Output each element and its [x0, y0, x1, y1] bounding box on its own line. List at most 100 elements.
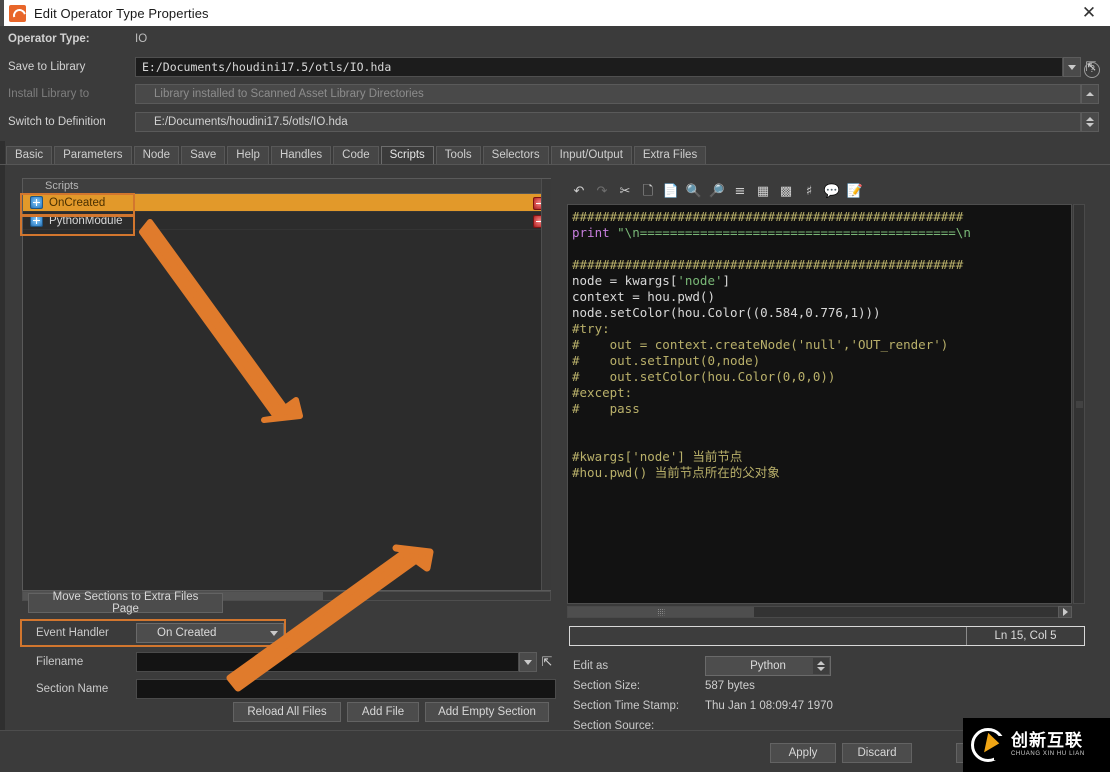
filename-dropdown[interactable]: [519, 652, 537, 672]
comment-hash-icon[interactable]: ♯: [800, 182, 818, 200]
code-line: # out.setInput(0,node): [572, 353, 1067, 369]
indent-icon[interactable]: ≡: [731, 182, 749, 200]
bookmark-icon[interactable]: ▩: [777, 182, 795, 200]
tab-code[interactable]: Code: [333, 146, 379, 165]
tab-handles[interactable]: Handles: [270, 146, 332, 165]
houdini-icon: [9, 4, 26, 22]
scripts-list-rows: OnCreated PythonModule: [23, 194, 550, 230]
filename-input[interactable]: [136, 652, 519, 672]
close-icon[interactable]: ✕: [1078, 2, 1100, 24]
pane-splitter[interactable]: [557, 170, 561, 725]
watermark-text: 创新互联 CHUANG XIN HU LIAN: [1011, 731, 1085, 759]
chevron-down-icon: [266, 625, 282, 641]
editor-frame: ########################################…: [567, 204, 1104, 754]
tab-input-output[interactable]: Input/Output: [550, 146, 632, 165]
add-section-icon[interactable]: [30, 196, 43, 209]
switch-definition-spinner[interactable]: [1081, 112, 1099, 132]
edit-as-select[interactable]: Python: [705, 656, 831, 676]
install-library-spinner[interactable]: [1081, 84, 1099, 104]
edit-operator-type-properties-window: Edit Operator Type Properties ✕ Operator…: [0, 0, 1110, 772]
tab-save[interactable]: Save: [181, 146, 226, 165]
find-icon[interactable]: 🔍: [685, 182, 703, 200]
find-replace-icon[interactable]: 🔎: [708, 182, 726, 200]
code-line: #kwargs['node'] 当前节点: [572, 449, 1067, 465]
tab-tools[interactable]: Tools: [435, 146, 481, 165]
code-token: print: [572, 225, 618, 240]
editor-status-message: [570, 627, 966, 645]
section-size-value: 587 bytes: [705, 680, 755, 692]
apply-button[interactable]: Apply: [770, 743, 836, 763]
scripts-action-buttons: Reload All Files Add File Add Empty Sect…: [233, 702, 549, 722]
event-handler-select[interactable]: On Created: [136, 623, 284, 643]
tab-basic[interactable]: Basic: [6, 146, 53, 165]
code-token: context = hou.pwd(): [572, 289, 715, 304]
section-timestamp-label: Section Time Stamp:: [573, 700, 680, 712]
titlebar-edge: [0, 0, 4, 26]
move-sections-button[interactable]: Move Sections to Extra Files Page: [28, 591, 223, 615]
save-to-library-input[interactable]: E:/Documents/houdini17.5/otls/IO.hda: [135, 57, 1063, 77]
tab-scripts[interactable]: Scripts: [380, 146, 434, 165]
tab-help[interactable]: Help: [227, 146, 269, 165]
filename-row: Filename ⇱: [28, 652, 557, 672]
code-line: #try:: [572, 321, 1067, 337]
code-token: ########################################…: [572, 209, 964, 224]
switch-definition-label: Switch to Definition: [8, 116, 106, 128]
editor-toolbar: ↶ ↷ ✂ 🗋 📄 🔍 🔎 ≡ ▦ ▩ ♯ 💬 📝: [570, 180, 864, 202]
filename-label: Filename: [36, 656, 84, 668]
code-token: # out.setColor(hou.Color(0,0,0)): [572, 369, 836, 384]
script-list-item[interactable]: PythonModule: [23, 212, 550, 230]
window-titlebar: Edit Operator Type Properties ✕: [0, 0, 1110, 26]
tab-extra-files[interactable]: Extra Files: [633, 146, 707, 165]
filename-file-picker-icon[interactable]: ⇱: [537, 652, 557, 672]
code-token: #hou.pwd() 当前节点所在的父对象: [572, 465, 780, 480]
editor-horizontal-scrollbar[interactable]: [567, 606, 1072, 618]
code-token: # out = context.createNode('null','OUT_r…: [572, 337, 949, 352]
add-empty-section-button[interactable]: Add Empty Section: [425, 702, 549, 722]
scripts-list-vertical-scrollbar[interactable]: [541, 179, 551, 590]
scrollbar-thumb[interactable]: [568, 607, 754, 617]
scroll-right-arrow[interactable]: [1058, 606, 1072, 618]
code-token: node.setColor(hou.Color((0.584,0.776,1))…: [572, 305, 881, 320]
chevron-down-icon: [524, 659, 532, 665]
paste-icon[interactable]: 📄: [662, 182, 680, 200]
switch-definition-value[interactable]: E:/Documents/houdini17.5/otls/IO.hda: [135, 112, 1081, 132]
install-library-label: Install Library to: [8, 88, 90, 100]
save-to-library-label: Save to Library: [8, 61, 86, 73]
edit-external-icon[interactable]: 📝: [846, 182, 864, 200]
reload-all-files-button[interactable]: Reload All Files: [233, 702, 341, 722]
chuangxin-logo-icon: [971, 728, 1006, 762]
cursor-position-indicator: Ln 15, Col 5: [966, 627, 1084, 645]
tab-parameters[interactable]: Parameters: [54, 146, 132, 165]
section-size-row: Section Size: 587 bytes: [573, 676, 833, 696]
chevron-up-icon: [1086, 117, 1094, 121]
code-text-area[interactable]: ########################################…: [567, 204, 1072, 604]
install-library-row: Install Library to Library installed to …: [0, 83, 1110, 105]
help-icon[interactable]: ?: [1084, 62, 1100, 78]
add-file-button[interactable]: Add File: [347, 702, 419, 722]
cut-icon[interactable]: ✂: [616, 182, 634, 200]
event-handler-label: Event Handler: [36, 627, 109, 639]
tab-selectors[interactable]: Selectors: [482, 146, 549, 165]
editor-vertical-scrollbar[interactable]: [1073, 204, 1085, 604]
add-section-icon[interactable]: [30, 214, 43, 227]
code-line: # out.setColor(hou.Color(0,0,0)): [572, 369, 1067, 385]
help-balloon-icon[interactable]: 💬: [823, 182, 841, 200]
copy-icon[interactable]: 🗋: [639, 182, 657, 200]
undo-icon[interactable]: ↶: [570, 182, 588, 200]
operator-type-row: Operator Type: IO: [0, 30, 1110, 48]
section-name-input[interactable]: [136, 679, 556, 699]
editor-status-bar: Ln 15, Col 5: [569, 626, 1085, 646]
code-line: # out = context.createNode('null','OUT_r…: [572, 337, 1067, 353]
watermark-en: CHUANG XIN HU LIAN: [1011, 751, 1085, 757]
jump-to-line-icon[interactable]: ▦: [754, 182, 772, 200]
code-token: ]: [722, 273, 731, 288]
section-size-label: Section Size:: [573, 680, 641, 692]
switch-definition-row: Switch to Definition E:/Documents/houdin…: [0, 111, 1110, 133]
chevron-down-icon: [1086, 123, 1094, 127]
save-to-library-dropdown[interactable]: [1063, 57, 1081, 77]
script-list-item[interactable]: OnCreated: [23, 194, 550, 212]
redo-icon[interactable]: ↷: [593, 182, 611, 200]
tab-node[interactable]: Node: [133, 146, 180, 165]
discard-button[interactable]: Discard: [842, 743, 912, 763]
save-to-library-row: Save to Library E:/Documents/houdini17.5…: [0, 56, 1110, 78]
